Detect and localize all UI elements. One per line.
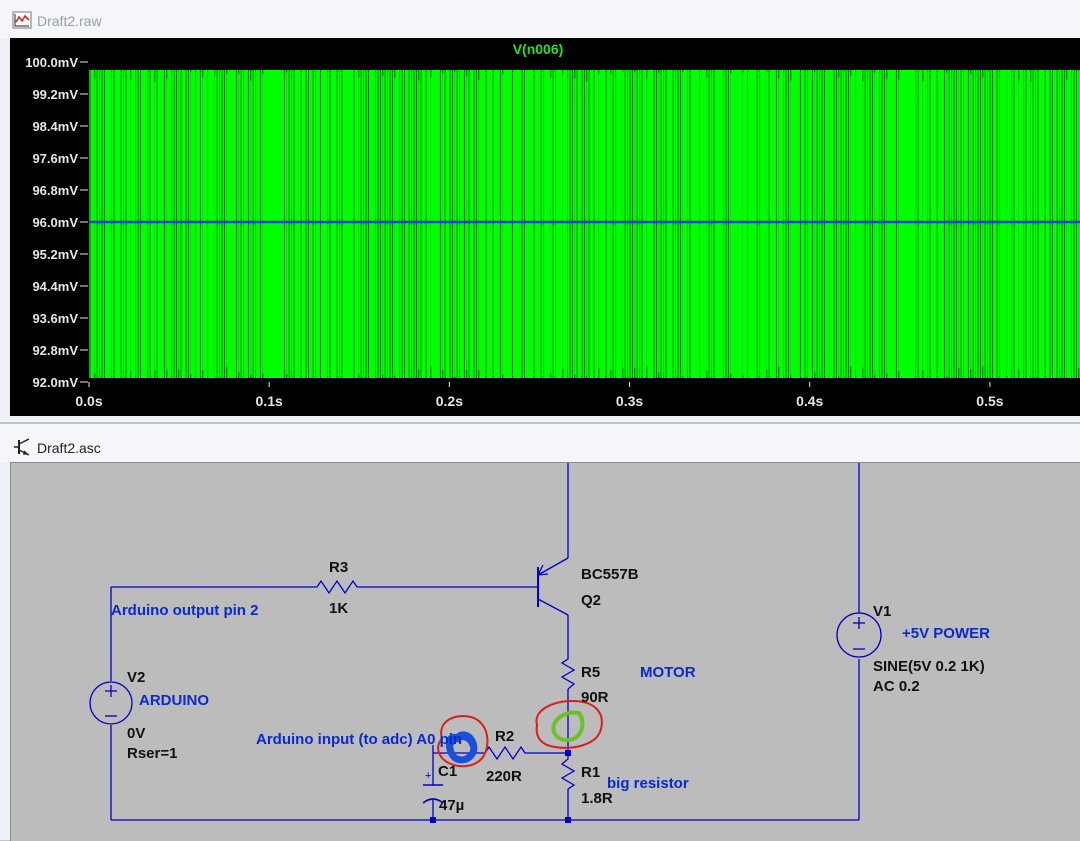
c1-value-label[interactable]: 47µ [439,797,464,814]
trace-title[interactable]: V(n006) [513,41,564,57]
v2-value-label[interactable]: 0V [127,725,145,742]
v1-value-label[interactable]: SINE(5V 0.2 1K) [873,658,985,675]
transistor-icon [14,438,30,456]
r3-value-label[interactable]: 1K [329,600,348,617]
x-tick-label: 0.5s [976,393,1003,409]
y-tick-label: 96.0mV [32,215,78,230]
schematic-canvas[interactable]: + R3 1K BC557B Q2 R5 90R R2 220R R1 1.8R… [10,462,1080,841]
motor-label[interactable]: MOTOR [640,664,696,681]
v2-rser-label[interactable]: Rser=1 [127,745,177,762]
arduino-output-label[interactable]: Arduino output pin 2 [111,602,258,619]
v1-ref-label[interactable]: V1 [873,603,891,620]
waveform-plot-area[interactable]: V(n006) 100.0mV 99.2mV 98.4mV 97.6mV 96.8mV 9… [10,38,1080,416]
q2-ref-label[interactable]: Q2 [581,592,601,609]
schematic-window-title: Draft2.asc [37,440,101,456]
waveform-chart[interactable]: V(n006) 100.0mV 99.2mV 98.4mV 97.6mV 96.8mV 9… [10,38,1080,416]
x-tick-label: 0.3s [616,393,643,409]
y-tick-label: 95.2mV [32,247,78,262]
x-tick-label: 0.0s [75,393,102,409]
schematic-window: Draft2.asc + R3 1K BC557B Q2 R5 90R R2 2… [0,424,1080,841]
r3-ref-label[interactable]: R3 [329,559,348,576]
junction-dot [565,817,571,823]
y-axis: 100.0mV 99.2mV 98.4mV 97.6mV 96.8mV 96.0mV 95.… [25,55,88,390]
y-tick-label: 97.6mV [32,151,78,166]
r2-ref-label[interactable]: R2 [495,728,514,745]
junction-dot [430,817,436,823]
x-tick-label: 0.2s [436,393,463,409]
y-tick-label: 92.0mV [32,375,78,390]
y-tick-label: 94.4mV [32,279,78,294]
y-tick-label: 93.6mV [32,311,78,326]
x-tick-label: 0.1s [256,393,283,409]
waveform-window: Draft2.raw V(n006) 100.0mV 99.2mV 98.4mV 97… [0,0,1080,422]
q2-model-label[interactable]: BC557B [581,566,639,583]
x-tick-label: 0.4s [796,393,823,409]
waveform-icon [12,11,32,29]
arduino-input-label[interactable]: Arduino input (to adc) A0 pin [256,731,462,748]
y-tick-label: 96.8mV [32,183,78,198]
r2-value-label[interactable]: 220R [486,768,522,785]
c1-ref-label[interactable]: C1 [438,763,457,780]
y-tick-label: 98.4mV [32,119,78,134]
big-resistor-label[interactable]: big resistor [607,775,689,792]
r5-value-label[interactable]: 90R [581,689,609,706]
resistor-r3-symbol [311,579,363,595]
power-label[interactable]: +5V POWER [902,625,990,642]
v1-ac-label[interactable]: AC 0.2 [873,678,920,695]
schematic-drawing[interactable]: + R3 1K BC557B Q2 R5 90R R2 220R R1 1.8R… [11,463,1080,841]
resistor-r1-symbol [560,753,576,790]
y-tick-label: 92.8mV [32,343,78,358]
r1-ref-label[interactable]: R1 [581,764,600,781]
x-axis: 0.0s 0.1s 0.2s 0.3s 0.4s 0.5s [75,382,1004,409]
waveform-window-titlebar[interactable]: Draft2.raw [0,0,1080,38]
capacitor-plus-sign: + [425,770,431,782]
trace-v-n006 [89,70,1080,378]
schematic-window-titlebar[interactable]: Draft2.asc [0,424,1080,462]
y-tick-label: 100.0mV [25,55,78,70]
transistor-q2-collector [537,598,569,616]
resistor-r5-symbol [560,653,576,690]
y-tick-label: 99.2mV [32,87,78,102]
r1-value-label[interactable]: 1.8R [581,790,613,807]
v2-ref-label[interactable]: V2 [127,669,145,686]
junction-dot [565,750,571,756]
arduino-label[interactable]: ARDUINO [139,692,209,709]
r5-ref-label[interactable]: R5 [581,664,600,681]
waveform-window-title: Draft2.raw [37,13,102,29]
